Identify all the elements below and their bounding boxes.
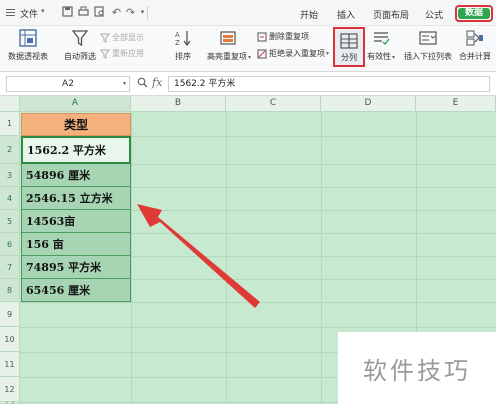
formula-bar: A2 ▾ fx 1562.2 平方米 xyxy=(0,72,496,96)
reapply-button[interactable]: 重新应用 xyxy=(100,48,144,59)
file-menu[interactable]: 文件 xyxy=(20,7,38,20)
reject-duplicates-icon xyxy=(257,49,267,59)
validity-button[interactable]: 有效性▾ xyxy=(366,28,396,62)
sort-button[interactable]: AZ 排序 xyxy=(171,28,195,62)
divider xyxy=(147,6,148,19)
chevron-down-icon[interactable]: ▾ xyxy=(41,7,45,15)
show-all-button[interactable]: 全部显示 xyxy=(100,32,144,43)
insert-dropdown-list-button[interactable]: 插入下拉列表 xyxy=(402,28,454,62)
function-icon[interactable]: fx xyxy=(152,76,162,89)
print-preview-icon[interactable] xyxy=(93,6,106,20)
menu-bar: 文件 ▾ ↶ ↷ ▾ 开始 插入 页面布局 公式 数据 xyxy=(0,0,496,26)
sort-icon: AZ xyxy=(173,28,193,48)
save-icon[interactable] xyxy=(61,6,74,20)
delete-duplicates-button[interactable]: 删除重复项 xyxy=(257,31,309,42)
tab-formula[interactable]: 公式 xyxy=(425,8,443,21)
split-column-icon xyxy=(340,32,358,50)
merge-calculation-icon xyxy=(465,28,485,48)
merge-calculation-button[interactable]: 合并计算 xyxy=(456,28,494,62)
svg-text:A: A xyxy=(175,31,180,39)
highlight-duplicates-icon xyxy=(219,28,239,48)
name-box[interactable]: A2 ▾ xyxy=(6,76,130,92)
delete-duplicates-icon xyxy=(257,32,267,42)
refresh-icon xyxy=(100,49,110,59)
formula-input[interactable]: 1562.2 平方米 xyxy=(168,76,490,92)
validity-icon xyxy=(371,28,391,48)
zoom-icon[interactable] xyxy=(137,77,148,91)
tab-data-highlight: 数据 xyxy=(455,5,493,22)
pivot-table-icon xyxy=(18,28,38,48)
svg-text:Z: Z xyxy=(175,39,180,47)
pivot-table-button[interactable]: 数据透视表 xyxy=(6,28,50,62)
reject-duplicates-button[interactable]: 拒绝录入重复项 ▾ xyxy=(257,48,329,59)
autofilter-button[interactable]: 自动筛选 xyxy=(60,28,100,62)
print-icon[interactable] xyxy=(77,6,90,20)
ribbon: 数据透视表 自动筛选 全部显示 重新应用 AZ 排序 高亮重复项▾ 删除重复项 … xyxy=(0,26,496,72)
filter-icon xyxy=(70,28,90,48)
tab-data[interactable]: 数据 xyxy=(458,8,490,19)
chevron-down-icon[interactable]: ▾ xyxy=(123,77,126,91)
tab-home[interactable]: 开始 xyxy=(300,8,318,21)
highlight-duplicates-button[interactable]: 高亮重复项▾ xyxy=(203,28,255,62)
undo-icon[interactable]: ↶ xyxy=(110,6,123,19)
menu-icon[interactable] xyxy=(6,9,15,16)
filter-icon xyxy=(100,33,110,43)
dropdown-list-icon xyxy=(418,28,438,48)
tab-page-layout[interactable]: 页面布局 xyxy=(373,8,409,21)
watermark: 软件技巧 xyxy=(338,332,496,404)
split-column-button[interactable]: 分列 xyxy=(333,27,365,67)
tab-insert[interactable]: 插入 xyxy=(337,8,355,21)
split-column-label: 分列 xyxy=(341,53,357,62)
